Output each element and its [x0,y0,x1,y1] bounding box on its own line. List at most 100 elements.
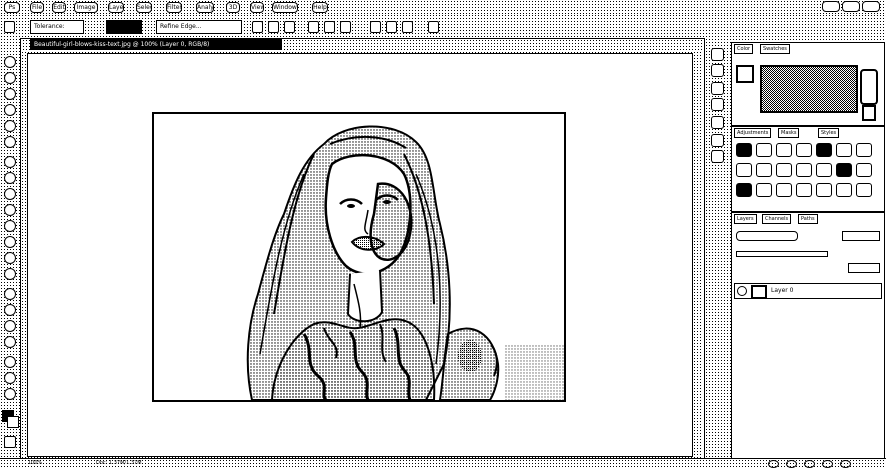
align-left-icon[interactable] [252,21,263,33]
path-select-tool-icon[interactable] [4,320,16,332]
tab-color[interactable]: Color [734,44,754,54]
menu-analysis[interactable]: Analysis [196,2,214,13]
brushes-panel-icon[interactable] [711,116,724,129]
distribute-hcenter-icon[interactable] [386,21,397,33]
move-tool-icon[interactable] [4,56,16,68]
layer-row[interactable]: Layer 0 [734,283,882,299]
gradient-tool-icon[interactable] [4,236,16,248]
style-swatch[interactable] [816,183,832,197]
tab-swatches[interactable]: Swatches [760,44,790,54]
style-swatch[interactable] [836,183,852,197]
tolerance-field[interactable]: Tolerance: [30,20,84,34]
lasso-tool-icon[interactable] [4,88,16,100]
3d-rotate-tool-icon[interactable] [4,356,16,368]
fill-field[interactable] [848,263,880,273]
tab-adjustments[interactable]: Adjustments [734,128,772,138]
shape-tool-icon[interactable] [4,336,16,348]
document-tab[interactable]: Beautiful-girl-blows-kiss-text.jpg @ 100… [30,39,282,50]
style-swatch[interactable] [836,163,852,177]
healing-tool-icon[interactable] [4,156,16,168]
character-panel-icon[interactable] [711,82,724,95]
style-swatch[interactable] [736,163,752,177]
eye-icon[interactable] [737,286,747,296]
menu-window[interactable]: Window [272,2,298,13]
brush-tool-icon[interactable] [4,172,16,184]
menu-file[interactable]: File [30,2,44,13]
actions-panel-icon[interactable] [711,64,724,77]
document-image[interactable] [152,112,566,402]
style-swatch[interactable] [816,163,832,177]
eyedropper-tool-icon[interactable] [4,136,16,148]
refine-edge-button[interactable]: Refine Edge... [156,20,242,34]
style-swatch[interactable] [796,183,812,197]
style-swatch[interactable] [796,143,812,157]
tab-layers[interactable]: Layers [734,214,757,224]
style-swatch[interactable] [756,143,772,157]
foreground-color-chip[interactable] [736,65,754,83]
background-color-swatch[interactable] [7,416,19,428]
style-swatch[interactable] [776,183,792,197]
type-tool-icon[interactable] [4,304,16,316]
style-swatch[interactable] [756,163,772,177]
distribute-left-icon[interactable] [370,21,381,33]
tool-preset-icon[interactable] [4,21,15,33]
align-right-icon[interactable] [284,21,295,33]
style-swatch[interactable] [756,183,772,197]
background-color-chip[interactable] [862,105,876,121]
tab-masks[interactable]: Masks [778,128,800,138]
history-panel-icon[interactable] [711,48,724,61]
clone-source-panel-icon[interactable] [711,134,724,147]
eraser-tool-icon[interactable] [4,220,16,232]
blur-tool-icon[interactable] [4,252,16,264]
style-swatch[interactable] [816,143,832,157]
crop-tool-icon[interactable] [4,120,16,132]
hand-tool-icon[interactable] [4,372,16,384]
hue-slider[interactable] [860,69,878,105]
menu-image[interactable]: Image [74,2,98,13]
distribute-middle-icon[interactable] [324,21,335,33]
minimize-icon[interactable] [822,1,840,12]
paragraph-panel-icon[interactable] [711,98,724,111]
style-swatch[interactable] [736,183,752,197]
mode-dropdown[interactable] [106,20,142,34]
style-swatch[interactable] [856,183,872,197]
app-logo[interactable]: Ps [4,2,20,13]
style-swatch[interactable] [796,163,812,177]
menu-layer[interactable]: Layer [108,2,124,13]
clone-stamp-tool-icon[interactable] [4,188,16,200]
style-swatch[interactable] [776,143,792,157]
quick-select-tool-icon[interactable] [4,104,16,116]
canvas[interactable] [27,53,693,457]
distribute-top-icon[interactable] [308,21,319,33]
pen-tool-icon[interactable] [4,288,16,300]
distribute-bottom-icon[interactable] [340,21,351,33]
navigator-panel-icon[interactable] [711,150,724,163]
zoom-tool-icon[interactable] [4,388,16,400]
layer-name[interactable]: Layer 0 [771,286,793,295]
color-spectrum[interactable] [760,65,858,113]
style-swatch[interactable] [736,143,752,157]
menu-help[interactable]: Help [312,2,328,13]
style-swatch[interactable] [856,163,872,177]
marquee-tool-icon[interactable] [4,72,16,84]
tab-paths[interactable]: Paths [798,214,818,224]
opacity-field[interactable] [842,231,880,241]
auto-align-icon[interactable] [428,21,439,33]
align-center-icon[interactable] [268,21,279,33]
menu-select[interactable]: Select [136,2,152,13]
dodge-tool-icon[interactable] [4,268,16,280]
tab-channels[interactable]: Channels [762,214,792,224]
style-swatch[interactable] [776,163,792,177]
distribute-right-icon[interactable] [402,21,413,33]
style-swatch[interactable] [856,143,872,157]
tab-styles[interactable]: Styles [818,128,840,138]
style-swatch[interactable] [836,143,852,157]
lock-controls[interactable] [736,251,828,257]
menu-edit[interactable]: Edit [52,2,66,13]
close-icon[interactable] [862,1,880,12]
maximize-icon[interactable] [842,1,860,12]
menu-3d[interactable]: 3D [226,2,240,13]
blend-mode-dropdown[interactable] [736,231,798,241]
quick-mask-icon[interactable] [4,436,16,448]
menu-view[interactable]: View [250,2,264,13]
